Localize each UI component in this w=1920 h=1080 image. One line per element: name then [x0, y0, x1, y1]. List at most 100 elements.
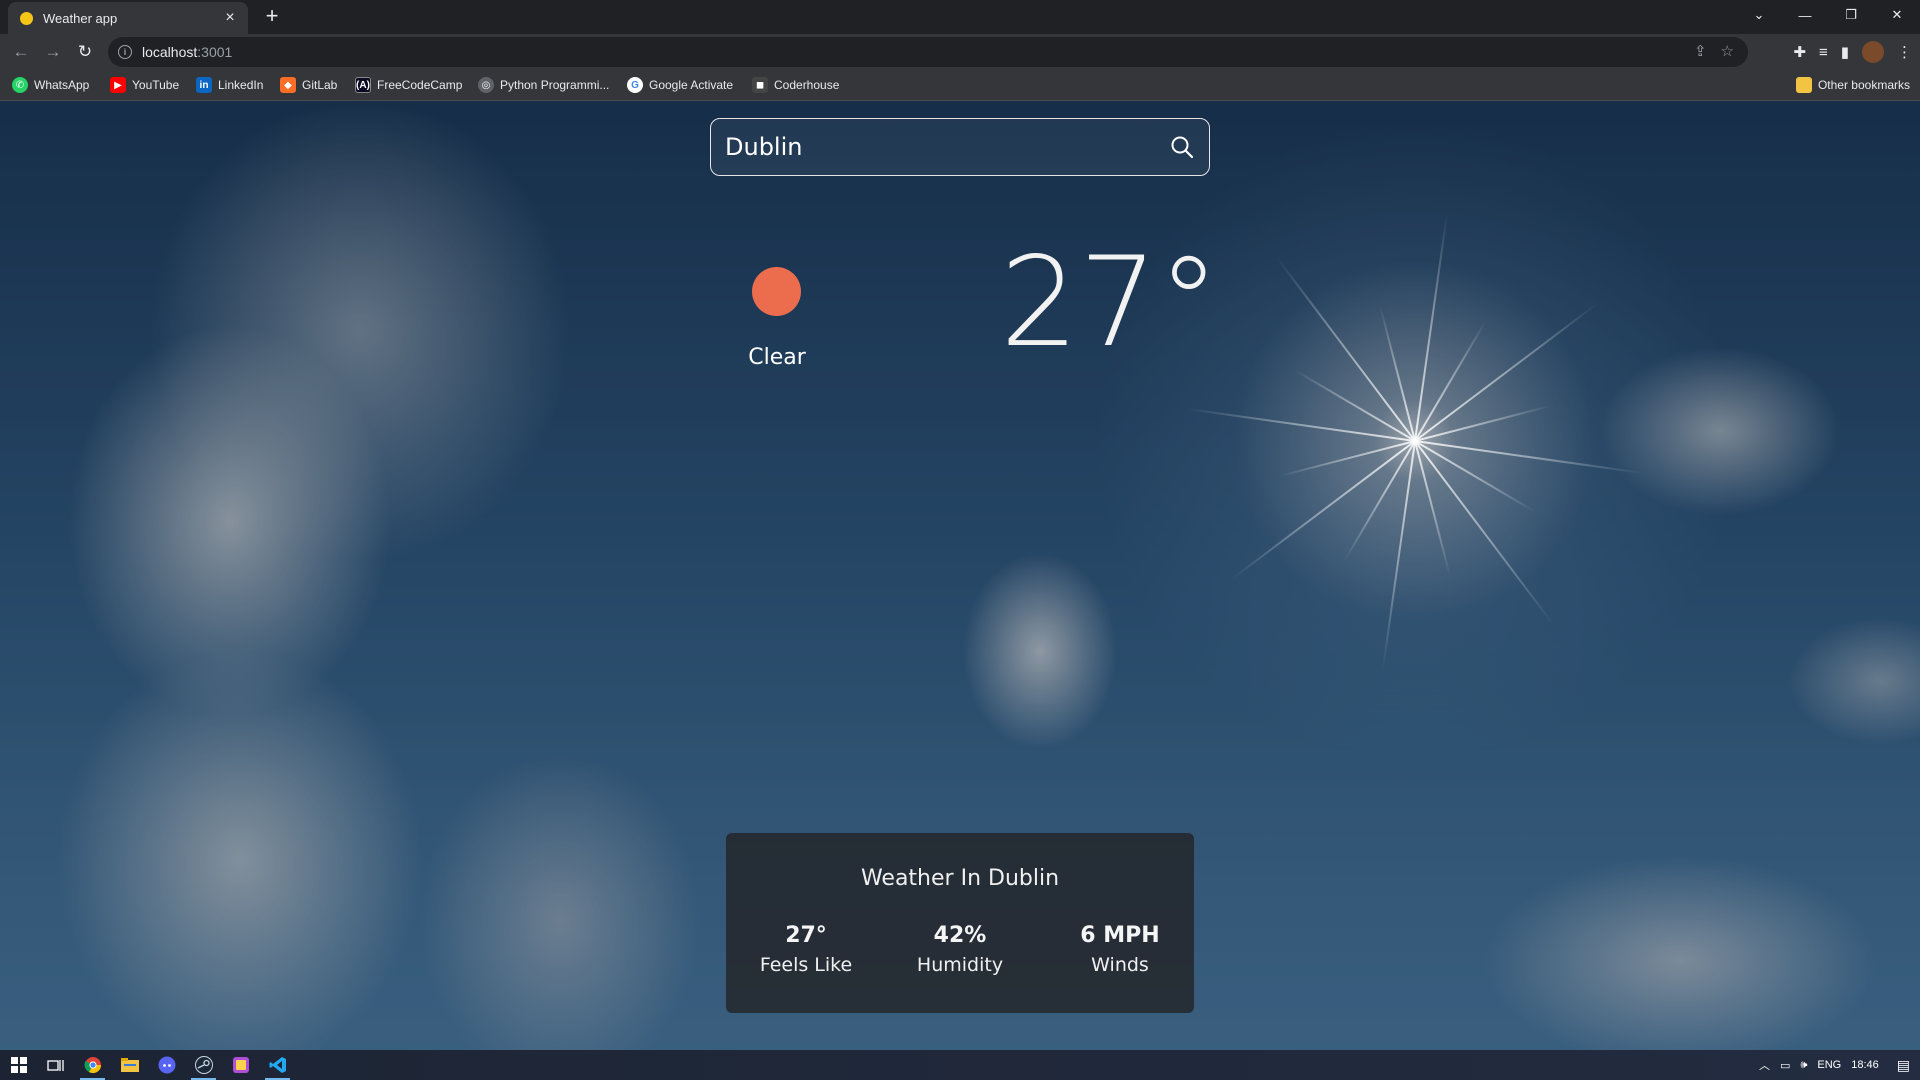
weather-condition: Clear — [748, 345, 806, 370]
back-icon[interactable]: ← — [10, 41, 32, 63]
window-controls: ⌄ — ❐ ✕ — [1736, 0, 1920, 30]
address-bar[interactable]: i localhost:3001 ⇪ ☆ — [108, 37, 1748, 67]
tab-close-icon[interactable]: × — [222, 10, 238, 26]
details-title: Weather In Dublin — [860, 866, 1060, 891]
bookmark-label: GitLab — [302, 78, 338, 92]
chrome-icon[interactable] — [74, 1050, 111, 1080]
start-icon[interactable] — [0, 1050, 37, 1080]
bookmark-label: Google Activate — [649, 78, 734, 92]
bookmark-whatsapp[interactable]: ✆ WhatsApp — [12, 76, 89, 94]
stat-label: Winds — [1091, 954, 1149, 976]
url-text: localhost:3001 — [142, 44, 232, 60]
coderhouse-icon: ◼ — [752, 77, 768, 93]
stat-value: 42% — [933, 923, 987, 948]
url-port: :3001 — [197, 44, 233, 60]
stat-winds: 6 MPH Winds — [1050, 923, 1190, 976]
steam-icon[interactable] — [185, 1050, 222, 1080]
system-tray: ︿ ▭ 🕪 ENG 18:46 ▤ — [1759, 1050, 1920, 1080]
sun-ray — [1414, 213, 1449, 442]
other-bookmarks-label: Other bookmarks — [1817, 78, 1910, 92]
other-bookmarks[interactable]: Other bookmarks — [1795, 76, 1910, 94]
extensions-icon[interactable]: ✚ — [1793, 43, 1806, 61]
sun-ray — [1414, 440, 1452, 577]
bookmark-freecodecamp[interactable]: (A) FreeCodeCamp — [355, 76, 462, 94]
share-icon[interactable]: ⇪ — [1694, 42, 1707, 60]
google-icon: G — [627, 77, 643, 93]
weather-details-card: Weather In Dublin 27° Feels Like 42% Hum… — [726, 833, 1194, 1013]
tab-strip: Weather app × + ⌄ — ❐ ✕ — [0, 0, 1920, 34]
tab-favicon-icon — [20, 11, 33, 25]
search-icon[interactable] — [1169, 134, 1195, 160]
tab-weather-app[interactable]: Weather app × — [8, 2, 248, 34]
omnibox-actions: ⇪ ☆ — [1694, 42, 1734, 60]
stat-humidity: 42% Humidity — [890, 923, 1030, 976]
discord-icon[interactable] — [148, 1050, 185, 1080]
folder-icon — [1795, 77, 1812, 93]
bookmark-coderhouse[interactable]: ◼ Coderhouse — [752, 76, 839, 94]
vscode-icon[interactable] — [259, 1050, 296, 1080]
side-panel-icon[interactable]: ▮ — [1841, 43, 1849, 61]
bookmark-label: FreeCodeCamp — [377, 78, 463, 92]
browser-toolbar: ← → ↻ i localhost:3001 ⇪ ☆ ✚ ≡ ▮ ⋮ — [0, 34, 1920, 70]
search-bar — [710, 118, 1210, 176]
stat-value: 6 MPH — [1080, 923, 1160, 948]
file-explorer-icon[interactable] — [111, 1050, 148, 1080]
toolbar-actions: ✚ ≡ ▮ ⋮ — [1793, 41, 1912, 63]
bookmark-linkedin[interactable]: in LinkedIn — [196, 76, 263, 94]
bookmark-label: LinkedIn — [218, 78, 264, 92]
sun-ray — [1414, 440, 1643, 475]
forward-icon[interactable]: → — [42, 41, 64, 63]
sun-ray — [1381, 440, 1416, 669]
paint-icon[interactable] — [222, 1050, 259, 1080]
bookmark-label: Coderhouse — [774, 78, 840, 92]
bookmark-label: Python Programmi... — [500, 78, 610, 92]
volume-icon[interactable]: 🕪 — [1800, 1059, 1807, 1072]
site-info-icon[interactable]: i — [118, 45, 132, 59]
bookmark-label: WhatsApp — [34, 78, 90, 92]
stat-feels-like: 27° Feels Like — [736, 923, 876, 976]
new-tab-button[interactable]: + — [260, 5, 284, 27]
bookmarks-bar: ✆ WhatsApp ▶ YouTube in LinkedIn ◆ GitLa… — [0, 70, 1920, 101]
sun-ray — [1414, 440, 1555, 626]
freecodecamp-icon: (A) — [355, 77, 371, 93]
bookmark-star-icon[interactable]: ☆ — [1721, 42, 1734, 60]
whatsapp-icon: ✆ — [12, 77, 28, 93]
task-view-icon[interactable] — [37, 1050, 74, 1080]
clock[interactable]: 18:46 — [1851, 1059, 1879, 1071]
stat-label: Feels Like — [759, 954, 853, 976]
globe-icon: ◎ — [478, 77, 494, 93]
minimize-icon[interactable]: — — [1782, 0, 1828, 30]
sun-ray — [1230, 440, 1416, 581]
sun-ray — [1275, 256, 1416, 442]
notifications-icon[interactable]: ▤ — [1897, 1057, 1910, 1074]
tab-search-icon[interactable]: ⌄ — [1736, 0, 1782, 30]
bookmark-python[interactable]: ◎ Python Programmi... — [478, 76, 609, 94]
city-search-input[interactable] — [725, 133, 1169, 161]
tab-title: Weather app — [43, 10, 118, 26]
stat-label: Humidity — [916, 954, 1004, 976]
bookmark-google-activate[interactable]: G Google Activate — [627, 76, 733, 94]
youtube-icon: ▶ — [110, 77, 126, 93]
sun-ray — [1414, 440, 1537, 513]
weather-page: Clear 27° Weather In Dublin 27° Feels Li… — [0, 101, 1920, 1050]
gitlab-icon: ◆ — [280, 77, 296, 93]
weather-condition-icon — [752, 267, 801, 316]
bookmark-gitlab[interactable]: ◆ GitLab — [280, 76, 337, 94]
reload-icon[interactable]: ↻ — [74, 41, 96, 63]
menu-icon[interactable]: ⋮ — [1897, 43, 1912, 61]
restore-icon[interactable]: ❐ — [1828, 0, 1874, 30]
stat-value: 27° — [785, 923, 827, 948]
linkedin-icon: in — [196, 77, 212, 93]
bookmark-label: YouTube — [132, 78, 180, 92]
sun-ray — [1414, 301, 1600, 442]
close-window-icon[interactable]: ✕ — [1874, 0, 1920, 30]
sun-ray — [1187, 407, 1416, 442]
sun-ray — [1378, 305, 1416, 442]
language-indicator[interactable]: ENG — [1817, 1059, 1841, 1071]
tray-overflow-icon[interactable]: ︿ — [1759, 1057, 1770, 1073]
reading-list-icon[interactable]: ≡ — [1819, 44, 1828, 61]
current-temperature: 27° — [1000, 231, 1220, 375]
profile-avatar[interactable] — [1862, 41, 1884, 63]
bookmark-youtube[interactable]: ▶ YouTube — [110, 76, 179, 94]
network-icon[interactable]: ▭ — [1780, 1059, 1790, 1072]
